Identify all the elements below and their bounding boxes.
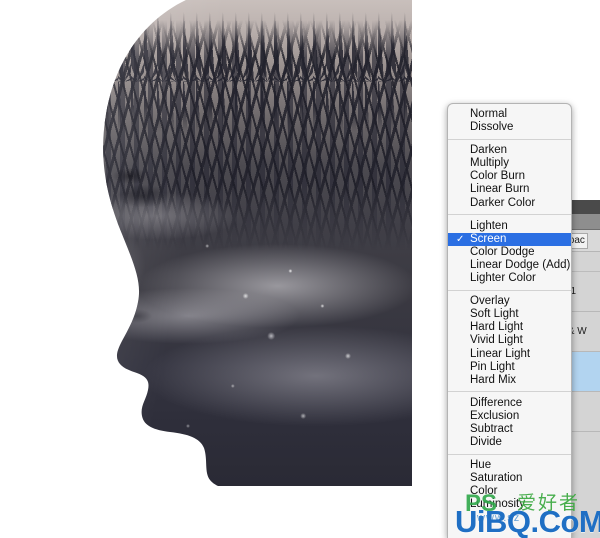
menu-item-linear-dodge-add[interactable]: Linear Dodge (Add): [448, 259, 571, 272]
menu-separator: [448, 453, 571, 455]
menu-item-vivid-light[interactable]: Vivid Light: [448, 334, 571, 347]
menu-item-color[interactable]: Color: [448, 485, 571, 498]
menu-item-difference[interactable]: Difference: [448, 397, 571, 410]
menu-item-lighten[interactable]: Lighten: [448, 220, 571, 233]
menu-item-dissolve[interactable]: Dissolve: [448, 121, 571, 134]
menu-item-soft-light[interactable]: Soft Light: [448, 308, 571, 321]
menu-item-divide[interactable]: Divide: [448, 436, 571, 449]
menu-item-subtract[interactable]: Subtract: [448, 423, 571, 436]
menu-separator: [448, 289, 571, 291]
menu-item-linear-light[interactable]: Linear Light: [448, 348, 571, 361]
double-exposure-portrait: [92, 0, 412, 486]
menu-item-hard-mix[interactable]: Hard Mix: [448, 374, 571, 387]
profile-rim-light: [92, 0, 412, 486]
menu-item-lighter-color[interactable]: Lighter Color: [448, 272, 571, 285]
menu-item-hard-light[interactable]: Hard Light: [448, 321, 571, 334]
menu-separator: [448, 138, 571, 140]
checkmark-icon: ✓: [456, 233, 465, 245]
screenshot-root: Opac els 1 ck & W r 7 6 Normal Dissolve …: [0, 0, 600, 538]
menu-item-exclusion[interactable]: Exclusion: [448, 410, 571, 423]
menu-item-overlay[interactable]: Overlay: [448, 295, 571, 308]
menu-item-darker-color[interactable]: Darker Color: [448, 197, 571, 210]
menu-item-linear-burn[interactable]: Linear Burn: [448, 183, 571, 196]
menu-separator: [448, 391, 571, 393]
menu-item-darken[interactable]: Darken: [448, 144, 571, 157]
menu-item-color-burn[interactable]: Color Burn: [448, 170, 571, 183]
menu-separator: [448, 214, 571, 216]
menu-item-multiply[interactable]: Multiply: [448, 157, 571, 170]
menu-item-label: Screen: [470, 232, 507, 245]
menu-item-normal[interactable]: Normal: [448, 108, 571, 121]
menu-item-luminosity[interactable]: Luminosity: [448, 498, 571, 511]
menu-item-color-dodge[interactable]: Color Dodge: [448, 246, 571, 259]
blend-mode-dropdown[interactable]: Normal Dissolve Darken Multiply Color Bu…: [447, 103, 572, 538]
menu-item-screen[interactable]: ✓ Screen: [448, 232, 571, 246]
menu-item-pin-light[interactable]: Pin Light: [448, 361, 571, 374]
menu-item-hue[interactable]: Hue: [448, 459, 571, 472]
menu-item-saturation[interactable]: Saturation: [448, 472, 571, 485]
